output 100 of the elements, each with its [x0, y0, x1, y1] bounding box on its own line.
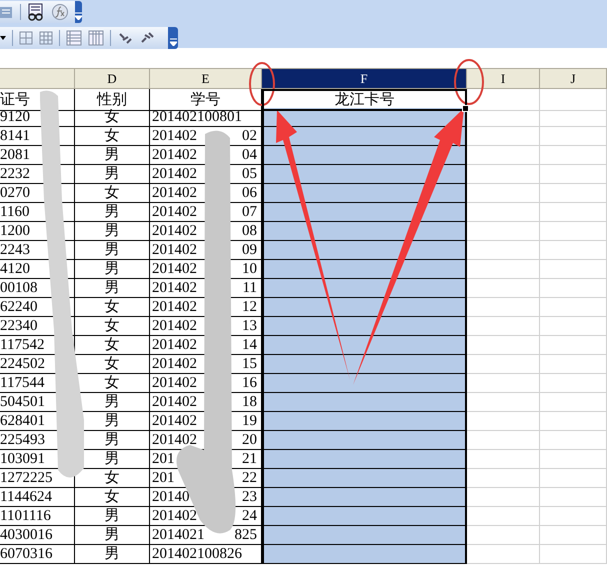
table-cell: 女	[104, 488, 120, 506]
table-cell: 1101116	[0, 507, 51, 525]
table-cell[interactable]	[262, 203, 467, 222]
table-cell[interactable]	[262, 336, 467, 355]
annotation-circle	[454, 59, 484, 105]
table-cell[interactable]	[262, 165, 467, 184]
table-cell: 12	[242, 298, 257, 316]
table-cell: 6070316	[0, 545, 52, 563]
table-cell: 1200	[0, 222, 30, 240]
table-cell: 201402	[152, 279, 197, 297]
table-cell: 23	[242, 488, 257, 506]
table-cell[interactable]	[262, 393, 467, 412]
fill-handle[interactable]	[462, 105, 469, 112]
annotation-circle	[249, 62, 275, 106]
table-cell[interactable]	[262, 412, 467, 431]
column-header[interactable]: D	[75, 69, 150, 89]
table-cell: 201	[152, 450, 174, 468]
table-cell: 证号	[0, 90, 30, 108]
table-cell[interactable]	[262, 488, 467, 507]
rows-icon[interactable]	[66, 30, 82, 46]
table-cell: 201402	[152, 222, 197, 240]
column-header[interactable]: F	[262, 69, 467, 89]
border-icon[interactable]	[19, 31, 33, 45]
table-cell: 18	[242, 393, 257, 411]
table-cell: 学号	[190, 90, 220, 108]
table-cell: 117544	[0, 374, 44, 392]
form-icon[interactable]	[27, 3, 45, 21]
table-cell[interactable]	[262, 222, 467, 241]
dropdown-icon[interactable]	[0, 35, 6, 41]
table-cell: 女	[104, 298, 120, 316]
table-cell: 15	[242, 355, 257, 373]
table-cell: 201402	[152, 374, 197, 392]
table-cell: 117542	[0, 336, 44, 354]
table-cell[interactable]	[262, 526, 467, 545]
grid-icon[interactable]	[39, 31, 53, 45]
table-cell: 女	[104, 355, 120, 373]
table-cell: 4120	[0, 260, 30, 278]
table-cell: 男	[104, 526, 120, 544]
table-cell: 14	[242, 336, 257, 354]
table-cell: 2243	[0, 241, 30, 259]
table-cell: 1144624	[0, 488, 52, 506]
table-cell[interactable]	[262, 184, 467, 203]
table-cell[interactable]	[262, 469, 467, 488]
table-cell: 9120	[0, 108, 30, 126]
table-cell: 201402	[152, 393, 197, 411]
table-cell[interactable]	[262, 279, 467, 298]
column-header[interactable]	[0, 69, 75, 89]
table-cell[interactable]	[262, 355, 467, 374]
table-cell: 201402100826	[152, 545, 242, 563]
table-cell: 20	[242, 431, 257, 449]
table-cell: 201402	[152, 146, 197, 164]
table-cell: 0270	[0, 184, 30, 202]
table-cell: 女	[104, 336, 120, 354]
toolbar-options-button[interactable]	[75, 1, 82, 23]
table-cell[interactable]	[262, 241, 467, 260]
table-cell[interactable]	[262, 507, 467, 526]
table-cell: 07	[242, 203, 257, 221]
table-cell[interactable]	[262, 374, 467, 393]
table-cell: 4030016	[0, 526, 52, 544]
table-cell: 628401	[0, 412, 45, 430]
table-cell: 201402	[152, 127, 197, 145]
toolbar-icon[interactable]	[0, 4, 14, 20]
table-cell: 男	[104, 450, 120, 468]
table-cell: 24	[242, 507, 257, 525]
table-cell: 62240	[0, 298, 38, 316]
table-cell: 10	[242, 260, 257, 278]
table-cell: 201402100801	[152, 108, 242, 126]
toolbar-options-button[interactable]	[168, 27, 178, 49]
table-cell[interactable]	[262, 146, 467, 165]
table-cell[interactable]	[262, 260, 467, 279]
table-cell: 21	[242, 450, 257, 468]
table-cell: 201402	[152, 507, 197, 525]
table-cell: 女	[104, 374, 120, 392]
table-cell: 02	[242, 127, 257, 145]
table-cell[interactable]	[262, 450, 467, 469]
table-cell: 22	[242, 469, 257, 487]
table-cell[interactable]	[262, 431, 467, 450]
column-header[interactable]: I	[467, 69, 540, 89]
table-cell: 女	[104, 317, 120, 335]
table-cell: 男	[104, 279, 120, 297]
function-icon[interactable]	[51, 3, 69, 21]
table-cell: 22340	[0, 317, 38, 335]
table-cell: 13	[242, 317, 257, 335]
table-cell: 225493	[0, 431, 45, 449]
table-cell: 男	[104, 222, 120, 240]
table-cell[interactable]	[262, 317, 467, 336]
table-cell[interactable]	[262, 545, 467, 564]
table-cell[interactable]	[262, 298, 467, 317]
table-cell: 女	[104, 108, 120, 126]
table-cell: 2081	[0, 146, 30, 164]
table-cell: 16	[242, 374, 257, 392]
table-cell: 2014021	[152, 526, 204, 544]
column-header[interactable]: J	[540, 69, 607, 89]
table-cell: 男	[104, 165, 120, 183]
table-cell: 201402	[152, 355, 197, 373]
table-cell: 201402	[152, 336, 197, 354]
columns-icon[interactable]	[88, 30, 104, 46]
table-cell: 201	[152, 469, 174, 487]
table-cell: 男	[104, 203, 120, 221]
table-cell: 08	[242, 222, 257, 240]
